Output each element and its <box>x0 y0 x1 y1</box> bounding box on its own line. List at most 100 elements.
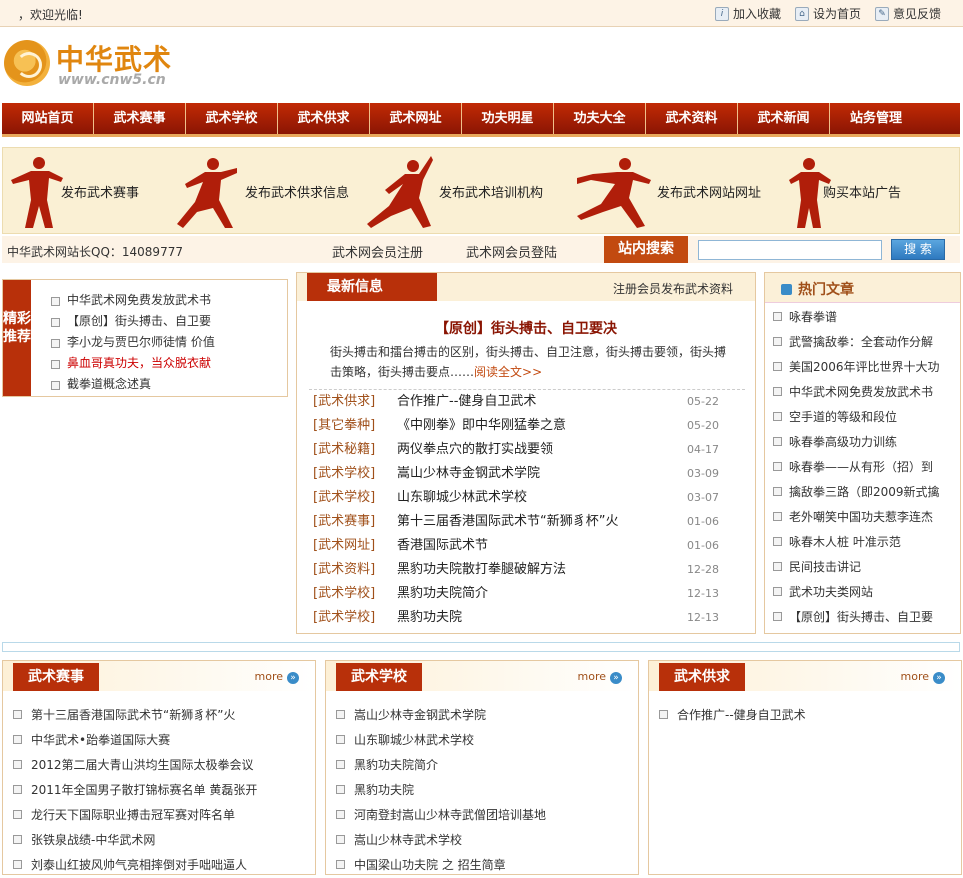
news-row[interactable]: [武术秘籍] 两仪拳点穴的散打实战要领 04-17 <box>309 438 745 462</box>
list-item[interactable]: 擒敌拳三路（即2009新式擒 <box>773 480 940 505</box>
news-title[interactable]: 黑豹功夫院 <box>397 606 462 630</box>
news-title[interactable]: 合作推广--健身自卫武术 <box>397 390 536 414</box>
nav-item-admin[interactable]: 站务管理 <box>830 103 922 134</box>
list-item[interactable]: 李小龙与贾巴尔师徒情 价值 <box>51 332 215 353</box>
news-row[interactable]: [武术资料] 黑豹功夫院散打拳腿破解方法 12-28 <box>309 558 745 582</box>
news-row[interactable]: [武术学校] 嵩山少林寺金钢武术学院 03-09 <box>309 462 745 486</box>
news-title[interactable]: 第十三届香港国际武术节“新狮豸杯”火 <box>397 510 618 534</box>
list-item[interactable]: 嵩山少林寺武术学校 <box>336 828 546 853</box>
list-item[interactable]: 咏春拳高级功力训练 <box>773 430 940 455</box>
nav-item-home[interactable]: 网站首页 <box>2 103 94 134</box>
news-title[interactable]: 《中刚拳》即中华刚猛拳之意 <box>397 414 566 438</box>
post-materials-link[interactable]: 注册会员发布武术资料 <box>613 280 733 297</box>
news-row[interactable]: [武术学校] 黑豹功夫院 12-13 <box>309 606 745 630</box>
list-item[interactable]: 张铁泉战绩-中华武术网 <box>13 828 257 853</box>
news-category[interactable]: [武术资料] <box>313 558 375 582</box>
more-link[interactable]: more <box>901 670 946 684</box>
list-item[interactable]: 2012第二届大青山洪均生国际太极拳会议 <box>13 753 257 778</box>
nav-item-websites[interactable]: 武术网址 <box>370 103 462 134</box>
nav-item-kungfu[interactable]: 功夫大全 <box>554 103 646 134</box>
hot-articles-list: 咏春拳谱 武警擒敌拳：全套动作分解 美国2006年评比世界十大功 中华武术网免费发放武… <box>773 305 940 630</box>
list-item[interactable]: 龙行天下国际职业搏击冠军赛对阵名单 <box>13 803 257 828</box>
search-input[interactable] <box>698 240 882 260</box>
list-item[interactable]: 第十三届香港国际武术节“新狮豸杯”火 <box>13 703 257 728</box>
news-title[interactable]: 嵩山少林寺金钢武术学院 <box>397 462 540 486</box>
list-item[interactable]: 鼻血哥真功夫，当众脱衣献 <box>51 353 215 374</box>
list-item[interactable]: 武警擒敌拳：全套动作分解 <box>773 330 940 355</box>
list-item[interactable]: 截拳道概念述真 <box>51 374 215 395</box>
feedback-link[interactable]: ✎ 意见反馈 <box>874 5 941 22</box>
news-category[interactable]: [武术学校] <box>313 606 375 630</box>
home-icon: ⌂ <box>794 6 809 21</box>
member-login-link[interactable]: 武术网会员登陆 <box>466 242 557 261</box>
member-register-link[interactable]: 武术网会员注册 <box>332 242 423 261</box>
schools-box: 武术学校 more 嵩山少林寺金钢武术学院山东聊城少林武术学校黑豹功夫院简介黑豹功… <box>325 660 639 875</box>
news-category[interactable]: [武术学校] <box>313 462 375 486</box>
site-logo[interactable]: 中华武术 www.cnw5.cn <box>4 36 204 96</box>
list-item[interactable]: 中华武术•跆拳道国际大赛 <box>13 728 257 753</box>
list-item[interactable]: 刘泰山红披风帅气亮相摔倒对手咄咄逼人 <box>13 853 257 878</box>
news-row[interactable]: [武术学校] 山东聊城少林武术学校 03-07 <box>309 486 745 510</box>
news-date: 05-22 <box>687 395 719 408</box>
list-item[interactable]: 咏春木人桩 叶准示范 <box>773 530 940 555</box>
list-item[interactable]: 咏春拳——从有形（招）到 <box>773 455 940 480</box>
news-category[interactable]: [武术学校] <box>313 486 375 510</box>
set-homepage-link[interactable]: ⌂ 设为首页 <box>794 5 861 22</box>
news-category[interactable]: [武术供求] <box>313 390 375 414</box>
list-item[interactable]: 老外嘲笑中国功夫惹李连杰 <box>773 505 940 530</box>
news-category[interactable]: [武术秘籍] <box>313 438 375 462</box>
nav-item-supply[interactable]: 武术供求 <box>278 103 370 134</box>
nav-item-news[interactable]: 武术新闻 <box>738 103 830 134</box>
list-item[interactable]: 2011年全国男子散打锦标赛名单 黄磊张开 <box>13 778 257 803</box>
news-title[interactable]: 山东聊城少林武术学校 <box>397 486 527 510</box>
news-row[interactable]: [武术赛事] 第十三届香港国际武术节“新狮豸杯”火 01-06 <box>309 510 745 534</box>
news-row[interactable]: [其它拳种] 《中刚拳》即中华刚猛拳之意 05-20 <box>309 414 745 438</box>
top-bar: ，欢迎光临! i 加入收藏 ⌂ 设为首页 ✎ 意见反馈 <box>0 0 963 27</box>
list-item[interactable]: 中国梁山功夫院 之 招生简章 <box>336 853 546 878</box>
news-category[interactable]: [其它拳种] <box>313 414 375 438</box>
news-title[interactable]: 黑豹功夫院散打拳腿破解方法 <box>397 558 566 582</box>
news-title[interactable]: 黑豹功夫院简介 <box>397 582 488 606</box>
list-item[interactable]: 民间技击讲记 <box>773 555 940 580</box>
search-button[interactable]: 搜 索 <box>891 239 945 260</box>
nav-item-stars[interactable]: 功夫明星 <box>462 103 554 134</box>
read-more-link[interactable]: 阅读全文>> <box>474 365 542 379</box>
list-item[interactable]: 中华武术网免费发放武术书 <box>773 380 940 405</box>
news-row[interactable]: [武术网址] 香港国际武术节 01-06 <box>309 534 745 558</box>
list-item[interactable]: 合作推广--健身自卫武术 <box>659 703 806 728</box>
section-divider <box>2 642 960 652</box>
add-favorite-link[interactable]: i 加入收藏 <box>714 5 781 22</box>
nav-item-materials[interactable]: 武术资料 <box>646 103 738 134</box>
kungfu-figure-icon <box>367 156 433 228</box>
kungfu-figure-icon <box>177 158 237 228</box>
box-title: 武术供求 <box>659 663 745 691</box>
news-title[interactable]: 香港国际武术节 <box>397 534 488 558</box>
more-link[interactable]: more <box>255 670 300 684</box>
list-item[interactable]: 中华武术网免费发放武术书 <box>51 290 215 311</box>
more-link[interactable]: more <box>578 670 623 684</box>
news-row[interactable]: [武术供求] 合作推广--健身自卫武术 05-22 <box>309 390 745 414</box>
news-title[interactable]: 两仪拳点穴的散打实战要领 <box>397 438 553 462</box>
list-item[interactable]: 【原创】街头搏击、自卫要 <box>51 311 215 332</box>
webmaster-qq: 中华武术网站长QQ：14089777 <box>7 245 183 259</box>
featured-article-title[interactable]: 【原创】街头搏击、自卫要决 <box>297 318 755 338</box>
list-item[interactable]: 空手道的等级和段位 <box>773 405 940 430</box>
list-item[interactable]: 武术功夫类网站 <box>773 580 940 605</box>
list-item[interactable]: 山东聊城少林武术学校 <box>336 728 546 753</box>
list-item[interactable]: 河南登封嵩山少林寺武僧团培训基地 <box>336 803 546 828</box>
list-item[interactable]: 黑豹功夫院简介 <box>336 753 546 778</box>
list-item[interactable]: 【原创】街头搏击、自卫要 <box>773 605 940 630</box>
news-row[interactable]: [武术学校] 黑豹功夫院简介 12-13 <box>309 582 745 606</box>
nav-item-schools[interactable]: 武术学校 <box>186 103 278 134</box>
news-date: 01-06 <box>687 539 719 552</box>
news-category[interactable]: [武术学校] <box>313 582 375 606</box>
news-category[interactable]: [武术赛事] <box>313 510 375 534</box>
list-item[interactable]: 美国2006年评比世界十大功 <box>773 355 940 380</box>
list-item[interactable]: 咏春拳谱 <box>773 305 940 330</box>
welcome-text: ，欢迎光临! <box>18 8 83 22</box>
top-links: i 加入收藏 ⌂ 设为首页 ✎ 意见反馈 <box>714 5 941 22</box>
list-item[interactable]: 黑豹功夫院 <box>336 778 546 803</box>
news-category[interactable]: [武术网址] <box>313 534 375 558</box>
list-item[interactable]: 嵩山少林寺金钢武术学院 <box>336 703 546 728</box>
nav-item-events[interactable]: 武术赛事 <box>94 103 186 134</box>
